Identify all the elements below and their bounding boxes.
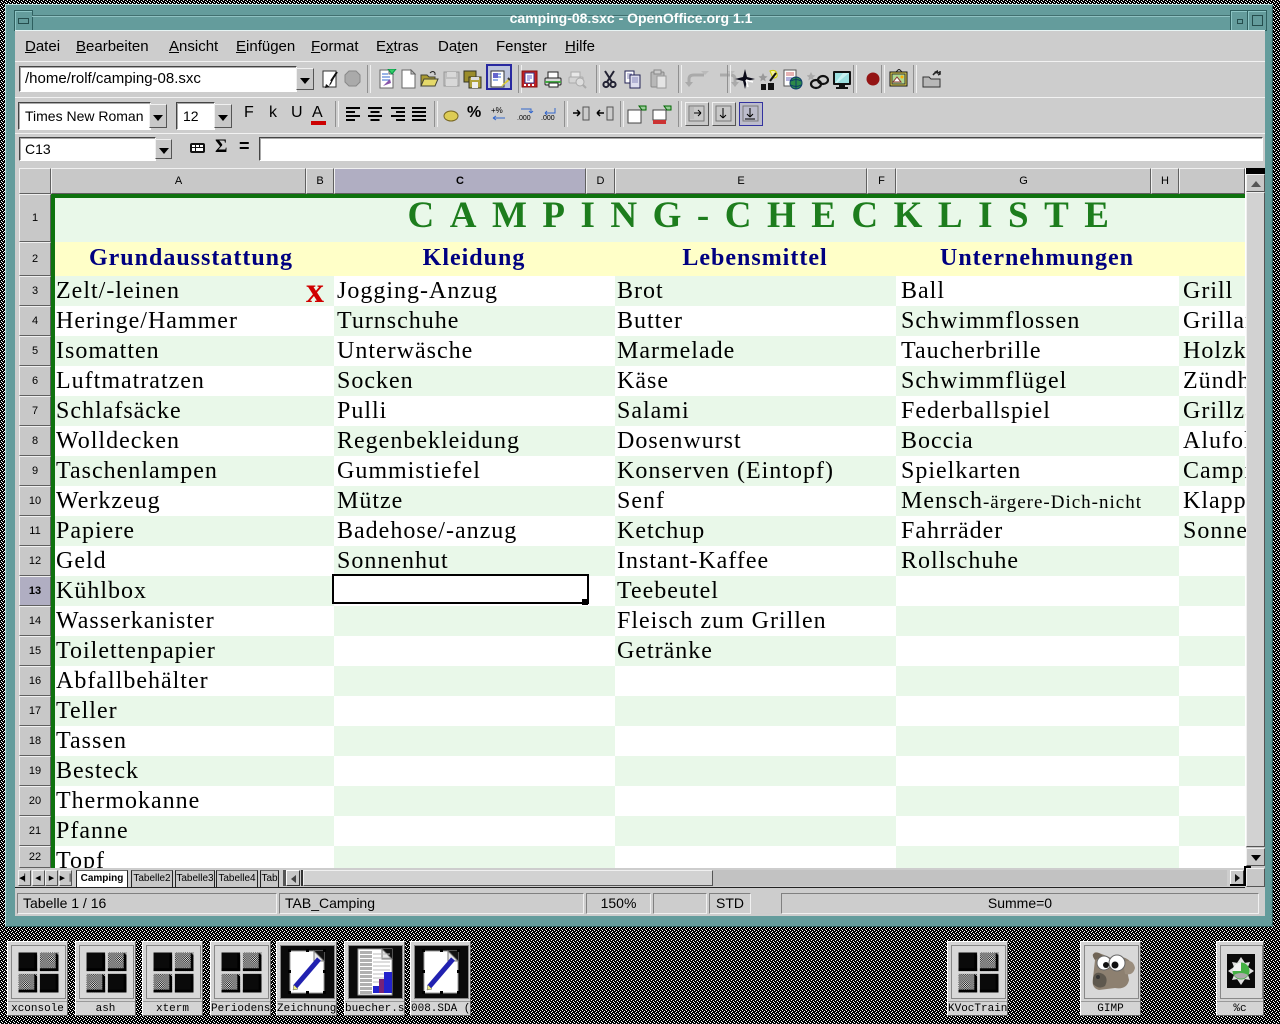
svg-text:.000: .000: [517, 115, 531, 122]
svg-text:+%: +%: [491, 106, 503, 115]
svg-text:.000: .000: [541, 115, 555, 122]
